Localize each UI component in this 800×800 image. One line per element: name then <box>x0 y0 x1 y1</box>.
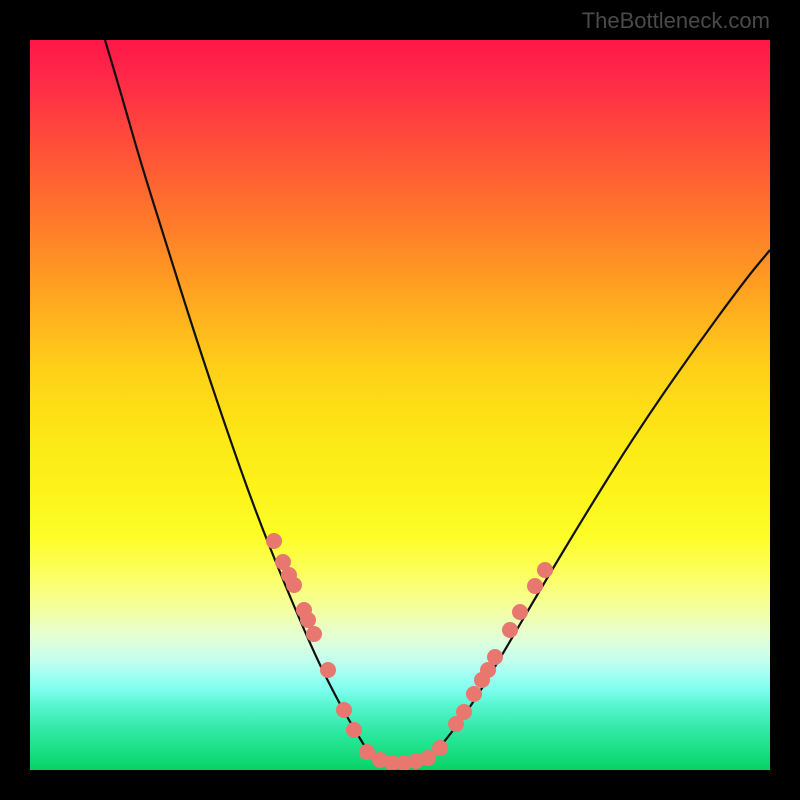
data-point <box>372 752 388 768</box>
data-point <box>456 704 472 720</box>
chart-container: TheBottleneck.com <box>0 0 800 800</box>
scatter-points <box>266 533 553 770</box>
data-point <box>487 649 503 665</box>
data-point <box>480 662 496 678</box>
data-point <box>384 755 400 770</box>
curve-svg <box>30 40 770 770</box>
data-point <box>512 604 528 620</box>
data-point <box>408 753 424 769</box>
valley-floor <box>370 755 430 762</box>
data-point <box>537 562 553 578</box>
data-point <box>336 702 352 718</box>
data-point <box>432 740 448 756</box>
data-point <box>286 577 302 593</box>
plot-area <box>30 40 770 770</box>
data-point <box>296 602 312 618</box>
data-point <box>420 750 436 766</box>
data-point <box>306 626 322 642</box>
data-point <box>527 578 543 594</box>
data-point <box>300 612 316 628</box>
right-curve <box>430 250 770 758</box>
data-point <box>502 622 518 638</box>
data-point <box>281 567 297 583</box>
data-point <box>474 672 490 688</box>
watermark-text: TheBottleneck.com <box>582 8 770 34</box>
data-point <box>396 755 412 770</box>
left-curve <box>105 40 370 755</box>
data-point <box>275 554 291 570</box>
data-point <box>346 722 362 738</box>
data-point <box>448 716 464 732</box>
data-point <box>320 662 336 678</box>
data-point <box>359 744 375 760</box>
data-point <box>266 533 282 549</box>
data-point <box>466 686 482 702</box>
